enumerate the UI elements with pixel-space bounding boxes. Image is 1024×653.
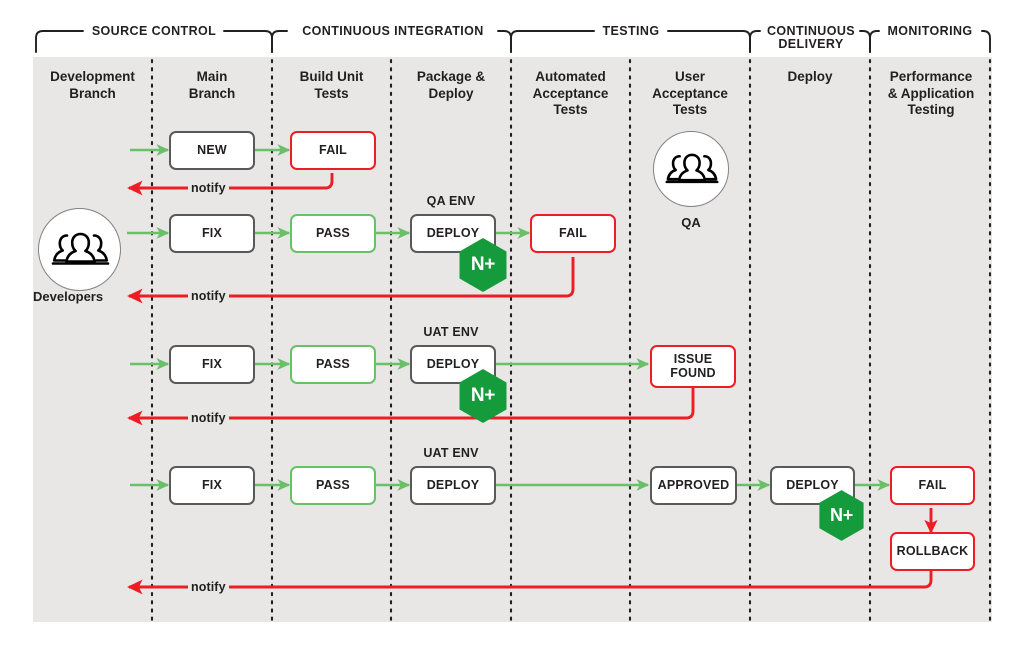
people-group-icon <box>665 153 719 184</box>
column-header-performance-application-testing: Performance & Application Testing <box>887 69 975 117</box>
node-fail-build[interactable]: FAIL <box>290 131 376 170</box>
column-header-build-unit-tests: Build Unit Tests <box>299 69 364 101</box>
column-header-package-deploy: Package & Deploy <box>416 69 486 101</box>
env-caption-uat-env-row4: UAT ENV <box>423 446 479 460</box>
phase-label-continuous-delivery: CONTINUOUS DELIVERY <box>766 24 856 51</box>
avatar-label-qa: QA <box>681 215 701 230</box>
env-caption-uat-env-row3: UAT ENV <box>423 325 479 339</box>
notify-label-4: notify <box>188 580 229 594</box>
node-new[interactable]: NEW <box>169 131 255 170</box>
column-header-deploy: Deploy <box>787 69 833 84</box>
notify-label-1: notify <box>188 181 229 195</box>
badge-nginx-plus-label: N+ <box>830 505 853 525</box>
phase-label-continuous-integration: CONTINUOUS INTEGRATION <box>302 24 484 38</box>
column-header-development-branch: Development Branch <box>50 69 135 101</box>
node-pass-row2[interactable]: PASS <box>290 214 376 253</box>
avatar-label-developers: Developers <box>33 289 104 304</box>
people-group-icon <box>51 232 110 265</box>
avatar-developers <box>38 208 121 291</box>
badge-nginx-plus-row4: N+ <box>818 489 865 542</box>
avatar-qa <box>653 131 729 207</box>
node-pass-row3[interactable]: PASS <box>290 345 376 384</box>
env-caption-qa-env: QA ENV <box>426 194 476 208</box>
notify-label-2: notify <box>188 289 229 303</box>
column-header-automated-acceptance-tests: Automated Acceptance Tests <box>532 69 609 117</box>
notify-label-3: notify <box>188 411 229 425</box>
node-fix-row3[interactable]: FIX <box>169 345 255 384</box>
phase-label-testing: TESTING <box>602 24 660 38</box>
column-header-main-branch: Main Branch <box>188 69 236 101</box>
node-fix-row2[interactable]: FIX <box>169 214 255 253</box>
badge-nginx-plus-row2: N+ <box>458 237 508 293</box>
node-fail-aat[interactable]: FAIL <box>530 214 616 253</box>
node-fail-monitoring[interactable]: FAIL <box>890 466 975 505</box>
node-fix-row4[interactable]: FIX <box>169 466 255 505</box>
badge-nginx-plus-label: N+ <box>470 254 496 275</box>
cicd-pipeline-diagram: SOURCE CONTROL CONTINUOUS INTEGRATION TE… <box>0 0 1024 653</box>
node-approved[interactable]: APPROVED <box>650 466 737 505</box>
node-deploy-uat-row4[interactable]: DEPLOY <box>410 466 496 505</box>
node-pass-row4[interactable]: PASS <box>290 466 376 505</box>
node-rollback[interactable]: ROLLBACK <box>890 532 975 571</box>
column-header-user-acceptance-tests: User Acceptance Tests <box>652 69 728 117</box>
phase-label-source-control: SOURCE CONTROL <box>91 24 217 38</box>
badge-nginx-plus-label: N+ <box>470 385 496 406</box>
node-issue-found[interactable]: ISSUE FOUND <box>650 345 736 388</box>
phase-label-monitoring: MONITORING <box>887 24 973 38</box>
badge-nginx-plus-row3: N+ <box>458 368 508 424</box>
